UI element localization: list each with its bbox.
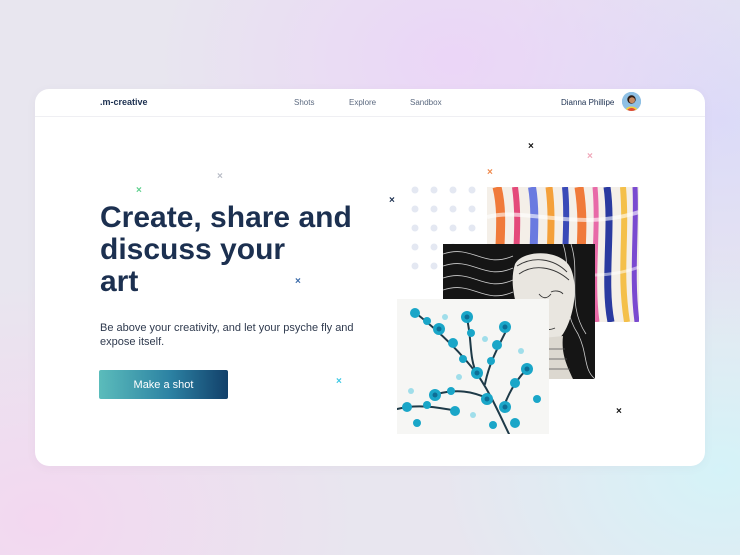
hero-title-line-3: art — [100, 265, 139, 298]
nav-link-explore[interactable]: Explore — [349, 98, 376, 107]
decor-cross-icon: × — [389, 195, 395, 206]
decor-cross-icon: × — [616, 406, 622, 417]
decor-cross-icon: × — [528, 141, 534, 152]
decor-cross-icon: × — [487, 167, 493, 178]
top-navbar: .m-creative Shots Explore Sandbox Dianna… — [35, 89, 705, 117]
hero-title-line-2: discuss your — [100, 233, 286, 266]
main-card: .m-creative Shots Explore Sandbox Dianna… — [35, 89, 705, 466]
nav-link-sandbox[interactable]: Sandbox — [410, 98, 442, 107]
decor-cross-icon: × — [136, 185, 142, 196]
user-name[interactable]: Dianna Phillipe — [561, 98, 614, 107]
decor-cross-icon: × — [336, 376, 342, 387]
blossom-watercolor-artwork[interactable] — [397, 299, 549, 434]
make-a-shot-button[interactable]: Make a shot — [99, 370, 228, 399]
decor-cross-icon: × — [217, 171, 223, 182]
avatar[interactable] — [622, 92, 641, 111]
brand-logo[interactable]: .m-creative — [100, 97, 148, 107]
hero-title: Create, share and discuss your art — [100, 202, 400, 298]
decor-cross-icon: × — [587, 151, 593, 162]
decor-cross-icon: × — [295, 276, 301, 287]
hero-subtitle: Be above your creativity, and let your p… — [100, 322, 354, 348]
nav-link-shots[interactable]: Shots — [294, 98, 314, 107]
hero-title-line-1: Create, share and — [100, 201, 352, 234]
avatar-image — [622, 92, 641, 111]
